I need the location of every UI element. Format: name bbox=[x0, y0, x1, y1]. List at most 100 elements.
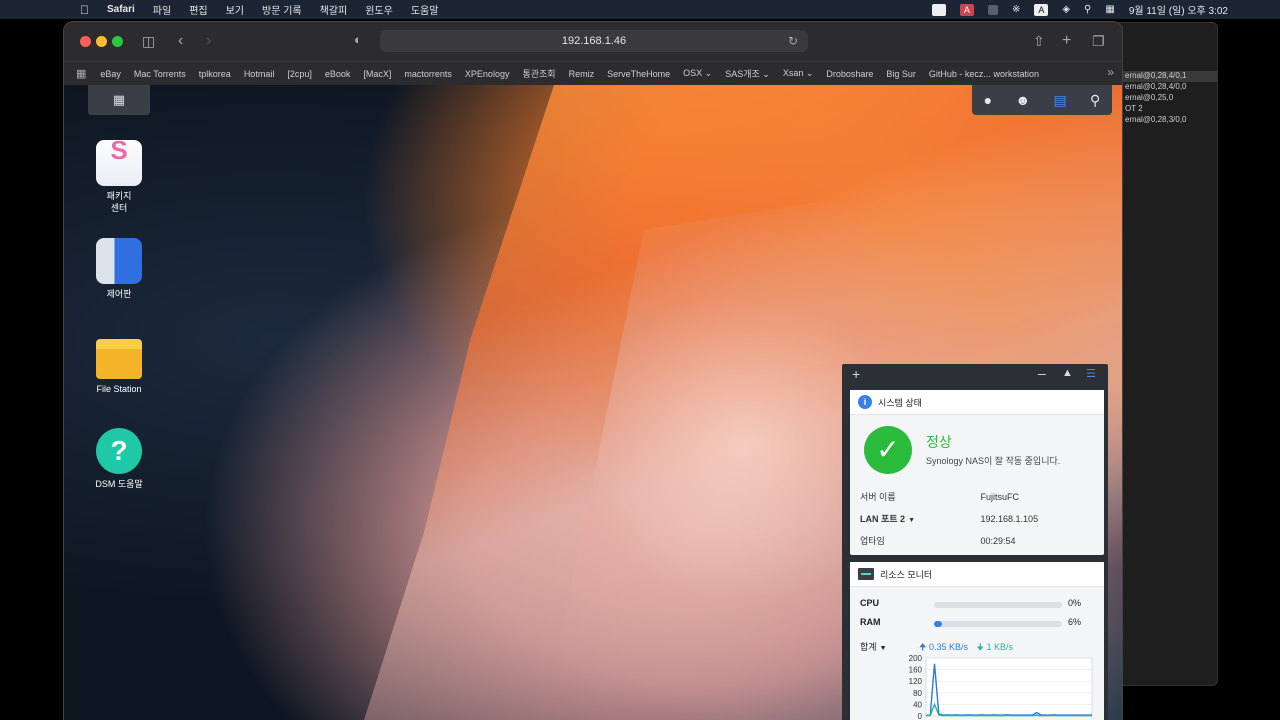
forward-icon[interactable]: › bbox=[206, 32, 211, 50]
uptime-label: 업타임 bbox=[860, 536, 885, 546]
minimize-icon[interactable]: – bbox=[1038, 365, 1046, 381]
favorite-link[interactable]: Hotmail bbox=[244, 69, 275, 79]
favorite-link[interactable]: [2cpu] bbox=[287, 69, 312, 79]
add-widget-icon[interactable]: + bbox=[852, 366, 860, 382]
system-status-title: i 시스템 상태 bbox=[850, 390, 1104, 415]
favorite-link[interactable]: Big Sur bbox=[886, 69, 916, 79]
favorite-link[interactable]: [MacX] bbox=[363, 69, 391, 79]
chat-icon[interactable]: ● bbox=[984, 92, 992, 108]
address-bar[interactable]: 192.168.1.46 ↻ bbox=[380, 30, 808, 52]
upload-arrow-icon: 🠉 bbox=[919, 642, 927, 652]
menu-bookmarks[interactable]: 책갈피 bbox=[320, 2, 348, 17]
bluetooth-icon[interactable]: ※ bbox=[1012, 4, 1020, 15]
favorites-overflow-icon[interactable]: » bbox=[1107, 65, 1114, 79]
desktop-icon-file-station[interactable]: File Station bbox=[79, 333, 159, 395]
input-source-icon[interactable]: A bbox=[959, 3, 974, 16]
menu-edit[interactable]: 편집 bbox=[189, 2, 207, 17]
user-icon[interactable]: ☻ bbox=[1015, 92, 1030, 108]
favorite-link[interactable]: eBook bbox=[325, 69, 351, 79]
upload-rate: 🠉 0.35 KB/s bbox=[919, 642, 968, 652]
network-selector[interactable]: 합계 ▼ bbox=[860, 642, 887, 652]
checkmark-icon: ✓ bbox=[864, 426, 912, 474]
monitor-icon bbox=[858, 568, 874, 580]
cpu-usage-bar bbox=[934, 602, 1062, 608]
lan-port-selector[interactable]: LAN 포트 2 ▼ bbox=[860, 512, 978, 525]
favorite-link[interactable]: Mac Torrents bbox=[134, 69, 186, 79]
server-name-row: 서버 이름 FujitsuFC bbox=[860, 490, 1019, 503]
desktop-icon-dsm-help[interactable]: ? DSM 도움말 bbox=[79, 428, 159, 490]
privacy-shield-icon[interactable]: ◐ bbox=[354, 32, 362, 47]
back-icon[interactable]: ‹ bbox=[178, 32, 183, 50]
spotlight-icon[interactable]: ⚲ bbox=[1084, 4, 1091, 15]
tab-overview-icon[interactable]: ❐ bbox=[1092, 32, 1105, 50]
menu-window[interactable]: 윈도우 bbox=[365, 2, 393, 17]
favorite-link[interactable]: Droboshare bbox=[826, 69, 873, 79]
desktop-icon-control-panel[interactable]: 제어판 bbox=[79, 238, 159, 300]
uptime-row: 업타임 00:29:54 bbox=[860, 534, 1016, 547]
favorite-link[interactable]: XPEnology bbox=[465, 69, 510, 79]
main-menu-button[interactable]: ▦ bbox=[88, 85, 150, 115]
dsm-desktop: ▦ 패키지 센터 제어판 File Station ? DSM 도움말 ● ☻ … bbox=[64, 85, 1122, 720]
uptime-value: 00:29:54 bbox=[980, 536, 1016, 546]
favorite-folder[interactable]: SAS개조 ⌄ bbox=[725, 67, 770, 80]
zoom-window-button[interactable] bbox=[112, 36, 123, 47]
pin-icon[interactable]: ▲ bbox=[1062, 367, 1073, 379]
wifi-icon[interactable]: ◈ bbox=[1062, 4, 1070, 15]
control-center-icon[interactable]: ▦ bbox=[1105, 4, 1114, 15]
desktop-icon-label: 제어판 bbox=[106, 289, 132, 299]
apple-icon[interactable]:  bbox=[80, 3, 89, 17]
menu-history[interactable]: 방문 기록 bbox=[262, 2, 302, 17]
menu-file[interactable]: 파일 bbox=[153, 2, 171, 17]
widget-settings-icon[interactable]: ☰ bbox=[1086, 367, 1096, 380]
caret-down-icon: ▼ bbox=[879, 645, 887, 652]
favorite-link[interactable]: ServeTheHome bbox=[607, 69, 670, 79]
menu-help[interactable]: 도움말 bbox=[411, 2, 439, 17]
menu-app-safari[interactable]: Safari bbox=[107, 4, 135, 15]
info-icon: i bbox=[858, 395, 872, 409]
ram-label: RAM bbox=[860, 617, 881, 627]
favorite-link[interactable]: Remiz bbox=[569, 69, 595, 79]
favorite-link[interactable]: eBay bbox=[100, 69, 121, 79]
widgets-icon[interactable]: ▤ bbox=[1053, 92, 1066, 109]
favorite-folder[interactable]: OSX ⌄ bbox=[683, 68, 712, 79]
help-icon: ? bbox=[96, 428, 142, 474]
chart-y-tick-label: 200 bbox=[909, 654, 923, 663]
desktop-icon-package-center[interactable]: 패키지 센터 bbox=[79, 140, 159, 214]
widget-panel-header: + – ▲ ☰ bbox=[842, 364, 1108, 388]
download-rate: 🠋 1 KB/s bbox=[977, 642, 1013, 652]
system-status-widget: i 시스템 상태 ✓ 정상 Synology NAS이 잘 작동 중입니다. 서… bbox=[850, 390, 1104, 555]
favorite-link[interactable]: GitHub - kecz... workstation bbox=[929, 69, 1039, 79]
safari-window: ◫ ‹ › ◐ 192.168.1.46 ↻ ⇧ + ❐ ▦ eBay Mac … bbox=[64, 22, 1122, 720]
reload-icon[interactable]: ↻ bbox=[788, 30, 798, 52]
desktop-icon-label: File Station bbox=[96, 384, 142, 394]
resource-monitor-widget: 리소스 모니터 CPU 0% RAM 6% 합계 ▼ 🠉 0.35 KB/s 🠋 … bbox=[850, 562, 1104, 720]
lan-port-row: LAN 포트 2 ▼ 192.168.1.105 bbox=[860, 512, 1038, 525]
network-total-label: 합계 bbox=[860, 642, 877, 652]
search-icon[interactable]: ⚲ bbox=[1090, 92, 1100, 109]
menubar-clock[interactable]: 9월 11일 (일) 오후 3:02 bbox=[1129, 2, 1228, 17]
ram-usage-fill bbox=[934, 621, 942, 627]
keyboard-icon[interactable]: A bbox=[1034, 3, 1049, 16]
safari-toolbar: ◫ ‹ › ◐ 192.168.1.46 ↻ ⇧ + ❐ bbox=[64, 22, 1122, 61]
minimize-window-button[interactable] bbox=[96, 36, 107, 47]
stop-icon[interactable] bbox=[931, 3, 946, 16]
favorite-link[interactable]: tplkorea bbox=[199, 69, 231, 79]
sidebar-icon[interactable]: ◫ bbox=[142, 32, 155, 50]
widget-title: 시스템 상태 bbox=[878, 397, 922, 408]
upload-rate-value: 0.35 KB/s bbox=[928, 642, 969, 652]
desktop-icon-label: DSM 도움말 bbox=[95, 479, 143, 489]
favorite-link[interactable]: 통관조회 bbox=[522, 67, 555, 80]
lan-port-label: LAN 포트 2 bbox=[860, 514, 906, 524]
share-icon[interactable]: ⇧ bbox=[1033, 32, 1045, 50]
close-window-button[interactable] bbox=[80, 36, 91, 47]
favorite-folder[interactable]: Xsan ⌄ bbox=[783, 68, 814, 79]
macos-menubar:  Safari 파일 편집 보기 방문 기록 책갈피 윈도우 도움말 A ※ … bbox=[0, 0, 1280, 19]
chart-y-tick-label: 40 bbox=[913, 700, 922, 709]
menu-view[interactable]: 보기 bbox=[226, 2, 244, 17]
package-center-icon bbox=[96, 140, 142, 186]
favorite-link[interactable]: mactorrents bbox=[404, 69, 452, 79]
battery-icon[interactable] bbox=[987, 4, 998, 15]
ram-percent: 6% bbox=[1068, 617, 1082, 627]
new-tab-icon[interactable]: + bbox=[1062, 32, 1071, 50]
favorites-grid-icon[interactable]: ▦ bbox=[76, 67, 86, 80]
